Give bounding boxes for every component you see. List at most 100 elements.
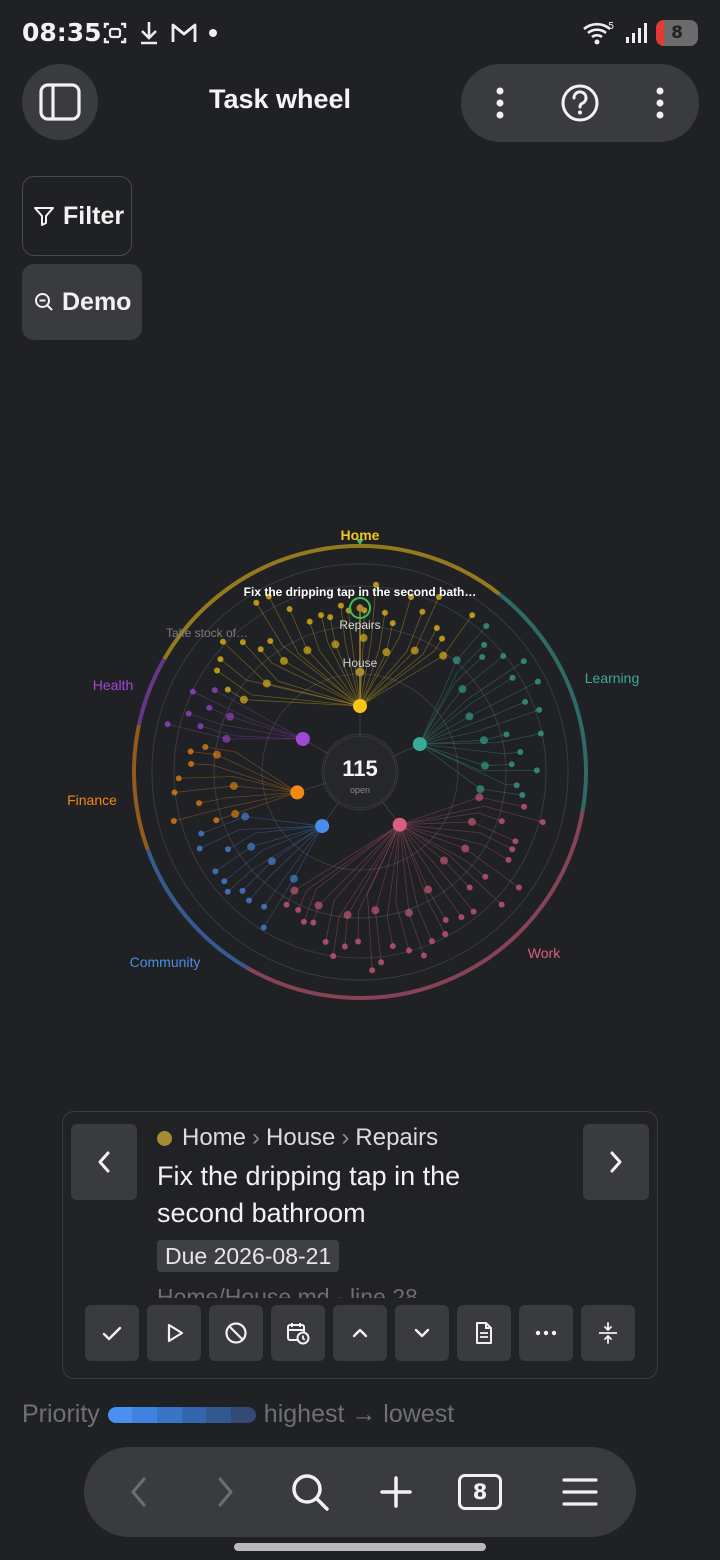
task-node[interactable]	[189, 688, 196, 695]
project-node[interactable]	[290, 886, 299, 895]
area-label-learning[interactable]: Learning	[585, 670, 640, 686]
breadcrumb-item[interactable]: Repairs	[355, 1124, 438, 1152]
task-node[interactable]	[224, 888, 231, 895]
task-node[interactable]	[482, 873, 489, 880]
task-node[interactable]	[202, 744, 209, 751]
selected-task-node[interactable]	[356, 604, 364, 612]
raise-priority-button[interactable]	[333, 1305, 387, 1361]
task-node[interactable]	[286, 606, 293, 613]
task-node[interactable]	[300, 918, 307, 925]
project-node[interactable]	[440, 856, 449, 865]
task-node[interactable]	[537, 730, 544, 737]
task-node[interactable]	[257, 646, 264, 653]
project-node[interactable]	[480, 761, 489, 770]
task-node[interactable]	[521, 803, 528, 810]
project-node[interactable]	[479, 736, 488, 745]
task-node[interactable]	[481, 641, 488, 648]
task-node[interactable]	[260, 924, 267, 931]
project-node[interactable]	[404, 908, 413, 917]
task-node[interactable]	[337, 602, 344, 609]
task-node[interactable]	[389, 943, 396, 950]
branch-label-house[interactable]: House	[343, 656, 378, 670]
project-node[interactable]	[475, 793, 484, 802]
project-node[interactable]	[343, 910, 352, 919]
task-node[interactable]	[503, 731, 510, 738]
project-node[interactable]	[331, 640, 340, 649]
task-node[interactable]	[224, 686, 231, 693]
more-actions-button[interactable]	[519, 1305, 573, 1361]
project-node[interactable]	[239, 695, 248, 704]
project-node[interactable]	[439, 651, 448, 660]
task-node[interactable]	[406, 947, 413, 954]
task-node[interactable]	[539, 819, 546, 826]
task-node[interactable]	[378, 959, 385, 966]
task-node[interactable]	[196, 800, 203, 807]
task-node[interactable]	[508, 761, 515, 768]
area-hub-node[interactable]	[392, 817, 407, 832]
breadcrumb-item[interactable]: House	[266, 1124, 335, 1152]
project-node[interactable]	[222, 734, 231, 743]
lower-priority-button[interactable]	[395, 1305, 449, 1361]
task-node[interactable]	[330, 953, 337, 960]
project-node[interactable]	[458, 685, 467, 694]
project-node[interactable]	[289, 874, 298, 883]
project-node[interactable]	[267, 857, 276, 866]
area-arc[interactable]	[132, 724, 150, 850]
task-label-dim[interactable]: Take stock of…	[166, 626, 248, 640]
task-node[interactable]	[520, 658, 527, 665]
home-indicator[interactable]	[234, 1543, 486, 1551]
task-node[interactable]	[369, 967, 376, 974]
task-node[interactable]	[498, 818, 505, 825]
back-button[interactable]	[104, 1447, 174, 1537]
task-node[interactable]	[175, 775, 182, 782]
task-node[interactable]	[171, 789, 178, 796]
task-node[interactable]	[306, 618, 313, 625]
task-node[interactable]	[206, 704, 213, 711]
project-node[interactable]	[262, 679, 271, 688]
task-wheel[interactable]: Home Learning Work Community Finance Hea…	[40, 510, 680, 1030]
task-node[interactable]	[170, 818, 177, 825]
project-node[interactable]	[452, 656, 461, 665]
project-node[interactable]	[279, 656, 288, 665]
task-node[interactable]	[505, 856, 512, 863]
branch-label-repairs[interactable]: Repairs	[339, 618, 380, 632]
task-node[interactable]	[500, 653, 507, 660]
task-node[interactable]	[327, 614, 334, 621]
project-node[interactable]	[467, 817, 476, 826]
project-node[interactable]	[303, 646, 312, 655]
task-node[interactable]	[517, 748, 524, 755]
search-button[interactable]	[275, 1447, 345, 1537]
project-node[interactable]	[226, 712, 235, 721]
task-node[interactable]	[341, 943, 348, 950]
view-menu-button[interactable]	[475, 64, 525, 142]
task-node[interactable]	[519, 791, 526, 798]
task-node[interactable]	[534, 678, 541, 685]
task-node[interactable]	[498, 901, 505, 908]
area-hub-node[interactable]	[290, 785, 305, 800]
task-node[interactable]	[261, 903, 268, 910]
project-node[interactable]	[424, 885, 433, 894]
file-reference[interactable]: Home/House.md · line 28	[157, 1280, 418, 1298]
project-node[interactable]	[231, 809, 240, 818]
tabs-button[interactable]: 8	[445, 1447, 515, 1537]
task-node[interactable]	[188, 760, 195, 767]
demo-button[interactable]: Demo	[22, 264, 142, 340]
project-node[interactable]	[359, 633, 368, 642]
task-node[interactable]	[420, 952, 427, 959]
task-node[interactable]	[318, 612, 325, 619]
project-node[interactable]	[465, 712, 474, 721]
task-node[interactable]	[509, 674, 516, 681]
task-node[interactable]	[513, 782, 520, 789]
breadcrumb-item[interactable]: Home	[182, 1124, 246, 1152]
project-node[interactable]	[314, 901, 323, 910]
next-task-button[interactable]	[583, 1124, 649, 1200]
task-node[interactable]	[458, 914, 465, 921]
selected-task-label[interactable]: Fix the dripping tap in the second bath…	[244, 585, 477, 599]
task-node[interactable]	[295, 906, 302, 913]
task-node[interactable]	[433, 625, 440, 632]
task-node[interactable]	[355, 938, 362, 945]
task-node[interactable]	[512, 838, 519, 845]
area-arc[interactable]	[136, 658, 167, 726]
task-node[interactable]	[212, 868, 219, 875]
task-node[interactable]	[509, 846, 516, 853]
